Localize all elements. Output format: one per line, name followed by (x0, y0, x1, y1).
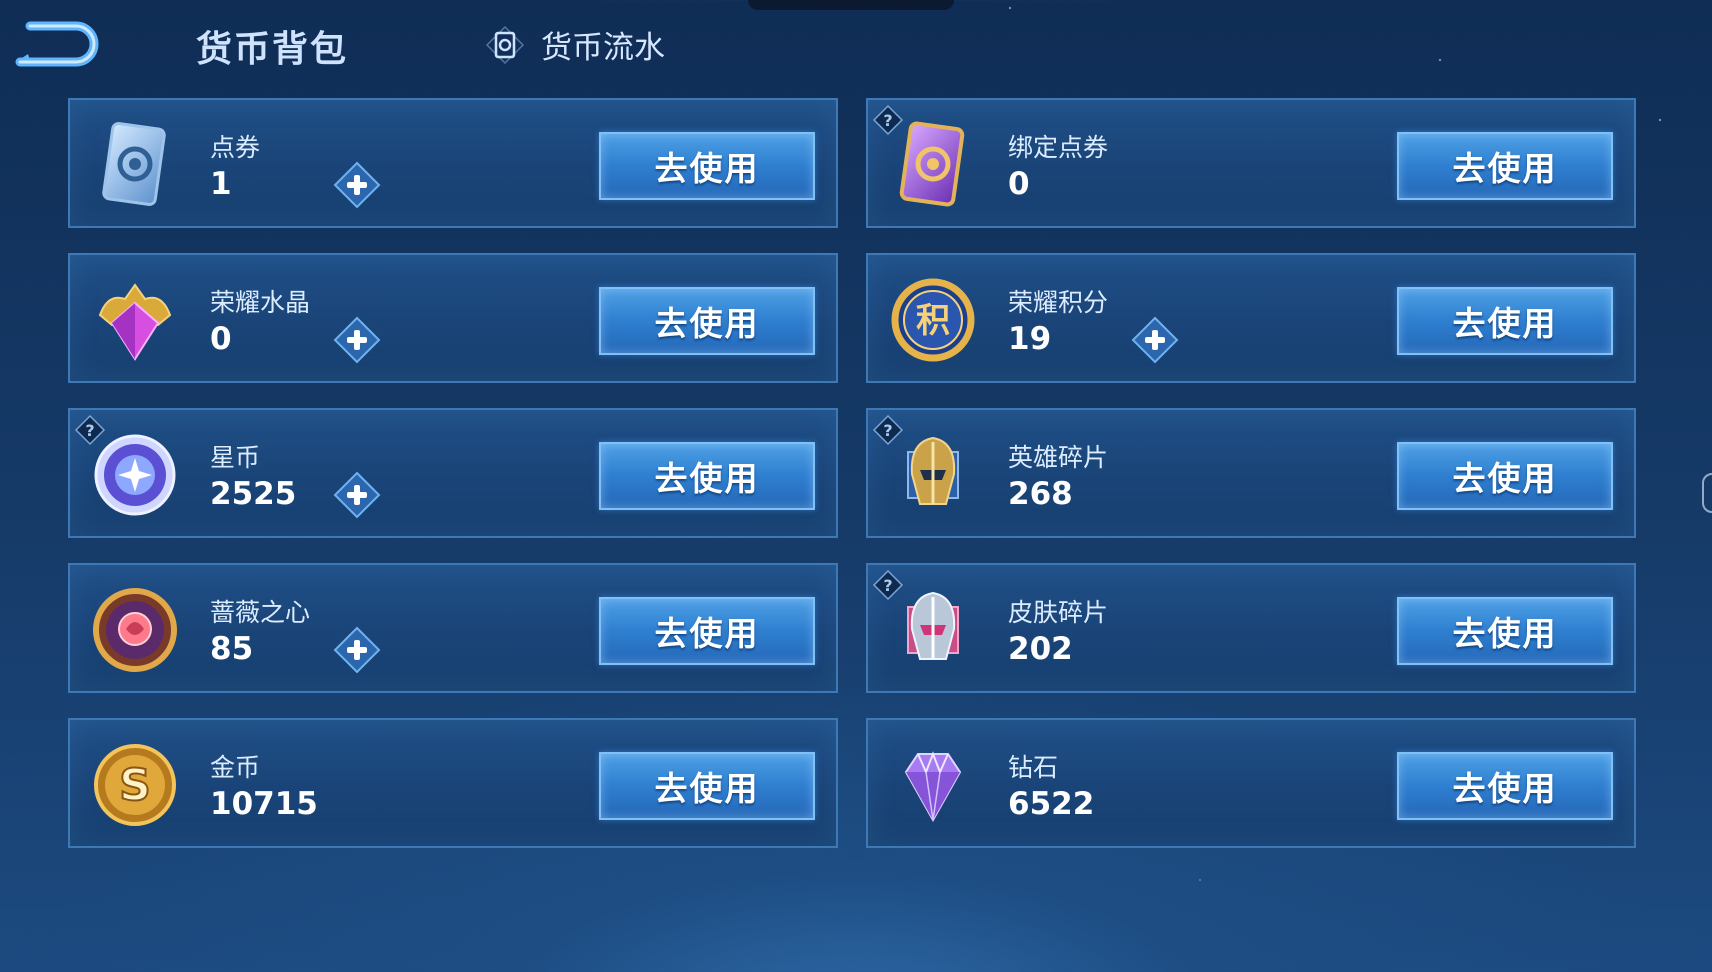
add-currency-button[interactable] (332, 315, 382, 365)
use-button-label: 去使用 (654, 614, 760, 653)
back-arrow-icon (15, 21, 99, 67)
glory-points-icon: 积 (888, 275, 978, 365)
currency-name: 金币 (210, 753, 261, 782)
currency-card: 蔷薇之心 85 去使用 (68, 563, 838, 693)
use-button[interactable]: 去使用 (1397, 287, 1613, 355)
flow-record-icon (485, 25, 525, 64)
currency-card: 点券 1 去使用 (68, 98, 838, 228)
blue-ticket-icon (90, 120, 180, 210)
currency-card: ? 皮肤碎片 202 去使用 (866, 563, 1636, 693)
currency-card: 钻石 6522 去使用 (866, 718, 1636, 848)
currency-card: ? 星币 2525 去使用 (68, 408, 838, 538)
hero-fragment-icon (888, 430, 978, 520)
currency-name: 英雄碎片 (1008, 443, 1109, 472)
currency-card: S 金币 10715 去使用 (68, 718, 838, 848)
add-currency-button[interactable] (332, 625, 382, 675)
currency-name: 皮肤碎片 (1008, 598, 1109, 627)
currency-count: 10715 (210, 786, 318, 822)
glory-crystal-icon (90, 275, 180, 365)
use-button[interactable]: 去使用 (599, 132, 815, 200)
use-button[interactable]: 去使用 (1397, 752, 1613, 820)
currency-count: 85 (210, 631, 254, 667)
use-button-label: 去使用 (1452, 149, 1558, 188)
skin-fragment-icon (888, 585, 978, 675)
currency-name: 荣耀积分 (1008, 288, 1109, 317)
currency-name: 绑定点券 (1008, 133, 1109, 162)
svg-text:积: 积 (916, 301, 950, 341)
use-button[interactable]: 去使用 (599, 752, 815, 820)
currency-flow-label: 货币流水 (541, 30, 665, 66)
use-button[interactable]: 去使用 (1397, 442, 1613, 510)
currency-count: 268 (1008, 476, 1073, 512)
use-button-label: 去使用 (1452, 614, 1558, 653)
back-button[interactable] (10, 18, 100, 68)
use-button-label: 去使用 (1452, 459, 1558, 498)
page-title: 货币背包 (196, 29, 349, 70)
currency-count: 0 (210, 321, 232, 357)
currency-card: 积 荣耀积分 19 去使用 (866, 253, 1636, 383)
rose-heart-icon (90, 585, 180, 675)
svg-text:S: S (119, 760, 151, 811)
currency-name: 蔷薇之心 (210, 598, 311, 627)
currency-card: ? 绑定点券 0 去使用 (866, 98, 1636, 228)
screen-notch (748, 0, 954, 10)
gold-coin-icon: S (90, 740, 180, 830)
currency-card: 荣耀水晶 0 去使用 (68, 253, 838, 383)
currency-count: 19 (1008, 321, 1052, 357)
currency-name: 钻石 (1008, 753, 1059, 782)
currency-count: 2525 (210, 476, 297, 512)
currency-flow-link[interactable]: 货币流水 (485, 22, 665, 67)
currency-count: 0 (1008, 166, 1030, 202)
use-button[interactable]: 去使用 (1397, 597, 1613, 665)
diamond-icon (888, 740, 978, 830)
use-button[interactable]: 去使用 (599, 597, 815, 665)
add-currency-button[interactable] (332, 470, 382, 520)
add-currency-button[interactable] (332, 160, 382, 210)
use-button-label: 去使用 (654, 304, 760, 343)
use-button-label: 去使用 (1452, 304, 1558, 343)
use-button[interactable]: 去使用 (599, 287, 815, 355)
side-handle[interactable] (1702, 473, 1712, 513)
add-currency-button[interactable] (1130, 315, 1180, 365)
use-button-label: 去使用 (654, 149, 760, 188)
star-coin-icon (90, 430, 180, 520)
currency-name: 点券 (210, 133, 261, 162)
currency-name: 星币 (210, 443, 261, 472)
currency-count: 202 (1008, 631, 1073, 667)
currency-count: 6522 (1008, 786, 1095, 822)
use-button[interactable]: 去使用 (1397, 132, 1613, 200)
use-button-label: 去使用 (654, 769, 760, 808)
use-button[interactable]: 去使用 (599, 442, 815, 510)
currency-grid: 点券 1 去使用? 绑定点券 0 去使用 荣耀水晶 0 去使用积荣耀积分 19 去使用? 星币 2525… (68, 98, 1636, 850)
use-button-label: 去使用 (654, 459, 760, 498)
use-button-label: 去使用 (1452, 769, 1558, 808)
currency-card: ? 英雄碎片 268 去使用 (866, 408, 1636, 538)
purple-ticket-icon (888, 120, 978, 210)
currency-name: 荣耀水晶 (210, 288, 311, 317)
currency-count: 1 (210, 166, 232, 202)
